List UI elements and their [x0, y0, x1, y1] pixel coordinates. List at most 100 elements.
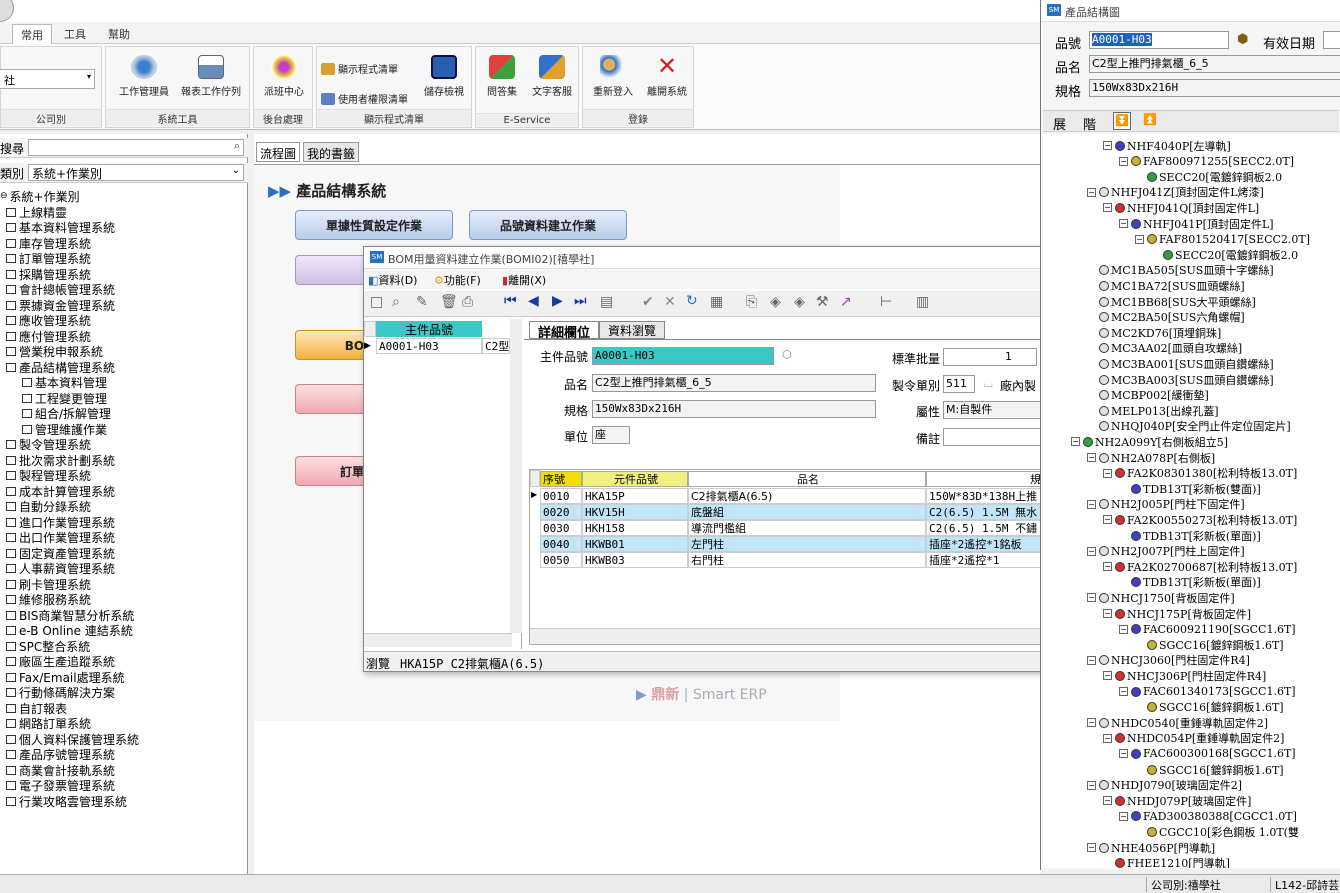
- tree-item[interactable]: 會計總帳管理系統: [6, 282, 115, 298]
- tree-node[interactable]: SECC20[電鍍鋅鋼板2.0: [1135, 169, 1282, 184]
- table-row[interactable]: 0040 HKWB01 左門柱 插座*2遙控*1銘板: [530, 536, 1044, 552]
- menu-function[interactable]: ⚙功能(F): [434, 272, 481, 288]
- master-item-code[interactable]: A0001-H03: [376, 338, 482, 354]
- collapse-icon[interactable]: −: [1087, 780, 1096, 790]
- tree-node[interactable]: − NHDC054P[重錘導軌固定件2]: [1103, 731, 1284, 746]
- tree-node[interactable]: − FA2K00550273[松利特板13.0T]: [1103, 512, 1297, 527]
- tree-node[interactable]: − NHF4040P[左導軌]: [1103, 138, 1231, 153]
- company-combo[interactable]: 社 ▾: [0, 69, 95, 89]
- copy-icon[interactable]: ⎘: [746, 294, 757, 310]
- tree-node[interactable]: NHQJ040P[安全門止件定位固定片]: [1087, 419, 1291, 434]
- tree-item[interactable]: 行動條碼解決方案: [6, 685, 115, 701]
- tree-node[interactable]: − NHE4056P[門導軌]: [1087, 840, 1215, 855]
- tab-data-browse[interactable]: 資料瀏覽: [599, 321, 665, 339]
- collapse-icon[interactable]: −: [1087, 453, 1096, 462]
- diamond-icon[interactable]: ◈: [770, 294, 781, 310]
- tree-node[interactable]: MELP013[出線孔蓋]: [1087, 403, 1219, 418]
- tree-node[interactable]: − NHCJ3060[門柱固定件R4]: [1087, 653, 1250, 668]
- tab-tools[interactable]: 工具: [56, 24, 94, 44]
- tree-item[interactable]: 行業攻略雲管理系統: [6, 793, 127, 809]
- tree-node[interactable]: − NHFJ041Z[頂封固定件L烤漆]: [1087, 185, 1264, 200]
- calc-icon[interactable]: ▥: [916, 294, 929, 310]
- tree-item[interactable]: 批次需求計劃系統: [6, 452, 115, 468]
- tree-node[interactable]: MC3BA001[SUS皿頭自鑽螺絲]: [1087, 356, 1274, 371]
- collapse-icon[interactable]: −: [1103, 141, 1112, 150]
- table-row[interactable]: 0030 HKH158 導流門檻組 C2(6.5) 1.5M 不鏽: [530, 520, 1044, 536]
- tree-node[interactable]: − NHDJ0790[玻璃固定件2]: [1087, 778, 1242, 793]
- tree-item[interactable]: 個人資料保護管理系統: [6, 731, 139, 747]
- tree-item[interactable]: 出口作業管理系統: [6, 530, 115, 546]
- effective-date-input[interactable]: [1323, 31, 1340, 49]
- tab-help[interactable]: 幫助: [100, 24, 138, 44]
- user-permission-list-button[interactable]: 使用者權限清單: [321, 91, 408, 106]
- relogin-button[interactable]: 重新登入: [587, 55, 639, 98]
- tab-detail-fields[interactable]: 詳細欄位: [529, 321, 599, 341]
- first-record-icon[interactable]: ⏮: [504, 293, 517, 309]
- tree-node[interactable]: MC3BA003[SUS皿頭自鑽螺絲]: [1087, 372, 1274, 387]
- report-queue-button[interactable]: 報表工作佇列: [176, 55, 246, 98]
- collapse-icon[interactable]: −: [1119, 156, 1128, 166]
- tree-item[interactable]: 固定資產管理系統: [6, 545, 115, 561]
- menu-data[interactable]: ◧資料(D): [368, 272, 417, 288]
- tree-node[interactable]: SGCC16[鍍鋅鋼板1.6T]: [1135, 762, 1284, 777]
- last-record-icon[interactable]: ⏭: [574, 293, 587, 309]
- search-input[interactable]: ⌕: [28, 139, 244, 156]
- exit-system-button[interactable]: ✕ 離開系統: [641, 54, 693, 98]
- lookup-icon[interactable]: ⌴: [984, 377, 993, 391]
- tree-item[interactable]: 採購管理系統: [6, 266, 91, 282]
- tree-node[interactable]: MCBP002[緩衝墊]: [1087, 388, 1209, 403]
- collapse-icon[interactable]: −: [1103, 671, 1112, 681]
- collapse-icon[interactable]: −: [1071, 437, 1080, 447]
- tree-node[interactable]: − FA2K02700687[松利特板13.0T]: [1103, 559, 1297, 574]
- tab-common[interactable]: 常用: [12, 24, 52, 44]
- collapse-all-icon[interactable]: ⏫: [1143, 113, 1157, 126]
- collapse-icon[interactable]: −: [1087, 499, 1096, 509]
- tree-item[interactable]: 進口作業管理系統: [6, 514, 115, 530]
- order-type-input[interactable]: 511: [943, 375, 975, 393]
- tree-item[interactable]: 自動分錄系統: [6, 499, 91, 515]
- collapse-icon[interactable]: −: [1119, 219, 1128, 228]
- tree-node[interactable]: − NHCJ306P[門柱固定件R4]: [1103, 668, 1266, 683]
- show-program-list-button[interactable]: 顯示程式清單: [321, 61, 398, 76]
- task-manager-button[interactable]: 工作管理員: [112, 55, 176, 98]
- tool-icon[interactable]: ⚒: [816, 294, 829, 310]
- tree-item[interactable]: 成本計算管理系統: [6, 483, 115, 499]
- tree-node[interactable]: − NHFJ041Q[頂封固定件L]: [1103, 200, 1259, 215]
- next-record-icon[interactable]: ▶: [552, 293, 563, 309]
- collapse-icon[interactable]: −: [1103, 733, 1112, 743]
- flow-document-setting[interactable]: 單據性質設定作業: [295, 210, 453, 240]
- tree-node[interactable]: CGCC10[彩色鋼板 1.0T(雙: [1135, 824, 1299, 839]
- edit-icon[interactable]: ✎: [416, 294, 428, 310]
- tree-node[interactable]: − FAC601340173[SGCC1.6T]: [1119, 684, 1296, 699]
- collapse-icon[interactable]: −: [1119, 687, 1128, 696]
- tree-item[interactable]: e-B Online 連結系統: [6, 623, 133, 639]
- tree-node[interactable]: − NH2J005P[門柱下固定件]: [1087, 497, 1245, 512]
- collapse-icon[interactable]: −: [1119, 749, 1128, 759]
- tree-item[interactable]: 刷卡管理系統: [6, 576, 91, 592]
- collapse-icon[interactable]: −: [1087, 593, 1096, 603]
- tree-node[interactable]: MC2KD76[頂埋銅珠]: [1087, 325, 1221, 340]
- tree-item[interactable]: 商業會計接軌系統: [6, 762, 115, 778]
- tree-item[interactable]: 基本資料管理: [10, 375, 107, 391]
- tree-node[interactable]: − NH2J007P[門柱上固定件]: [1087, 544, 1245, 559]
- tree-node[interactable]: MC3AA02[皿頭自攻螺絲]: [1087, 341, 1242, 356]
- level-button[interactable]: 階: [1083, 114, 1096, 133]
- tree-item[interactable]: 產品序號管理系統: [6, 747, 115, 763]
- tree-item[interactable]: 工程變更管理: [10, 390, 107, 406]
- collapse-icon[interactable]: −: [1087, 187, 1096, 197]
- tree-item[interactable]: SPC整合系統: [6, 638, 90, 654]
- tree-node[interactable]: − FA2K08301380[松利特板13.0T]: [1103, 466, 1297, 481]
- collapse-icon[interactable]: −: [1119, 624, 1128, 634]
- tree-item[interactable]: Fax/Email處理系統: [6, 669, 125, 685]
- category-select[interactable]: 系統+作業別 ⌄: [28, 164, 244, 181]
- tree-item[interactable]: 營業稅申報系統: [6, 344, 103, 360]
- tree-item[interactable]: 電子發票管理系統: [6, 778, 115, 794]
- dispatch-center-button[interactable]: 派班中心: [258, 55, 310, 98]
- tree-node[interactable]: − NH2A099Y[右側板組立5]: [1071, 434, 1228, 449]
- tree-node[interactable]: TDB13T[彩新板(單面)]: [1119, 528, 1261, 543]
- item-input[interactable]: A0001-H03: [1089, 31, 1229, 49]
- tree-node[interactable]: − NHCJ1750[背板固定件]: [1087, 590, 1235, 605]
- tree-node[interactable]: − NHCJ175P[背板固定件]: [1103, 606, 1251, 621]
- table-row[interactable]: 0050 HKWB03 右門柱 插座*2遙控*1: [530, 552, 1044, 568]
- tree-node[interactable]: − FAF800971255[SECC2.0T]: [1119, 154, 1294, 169]
